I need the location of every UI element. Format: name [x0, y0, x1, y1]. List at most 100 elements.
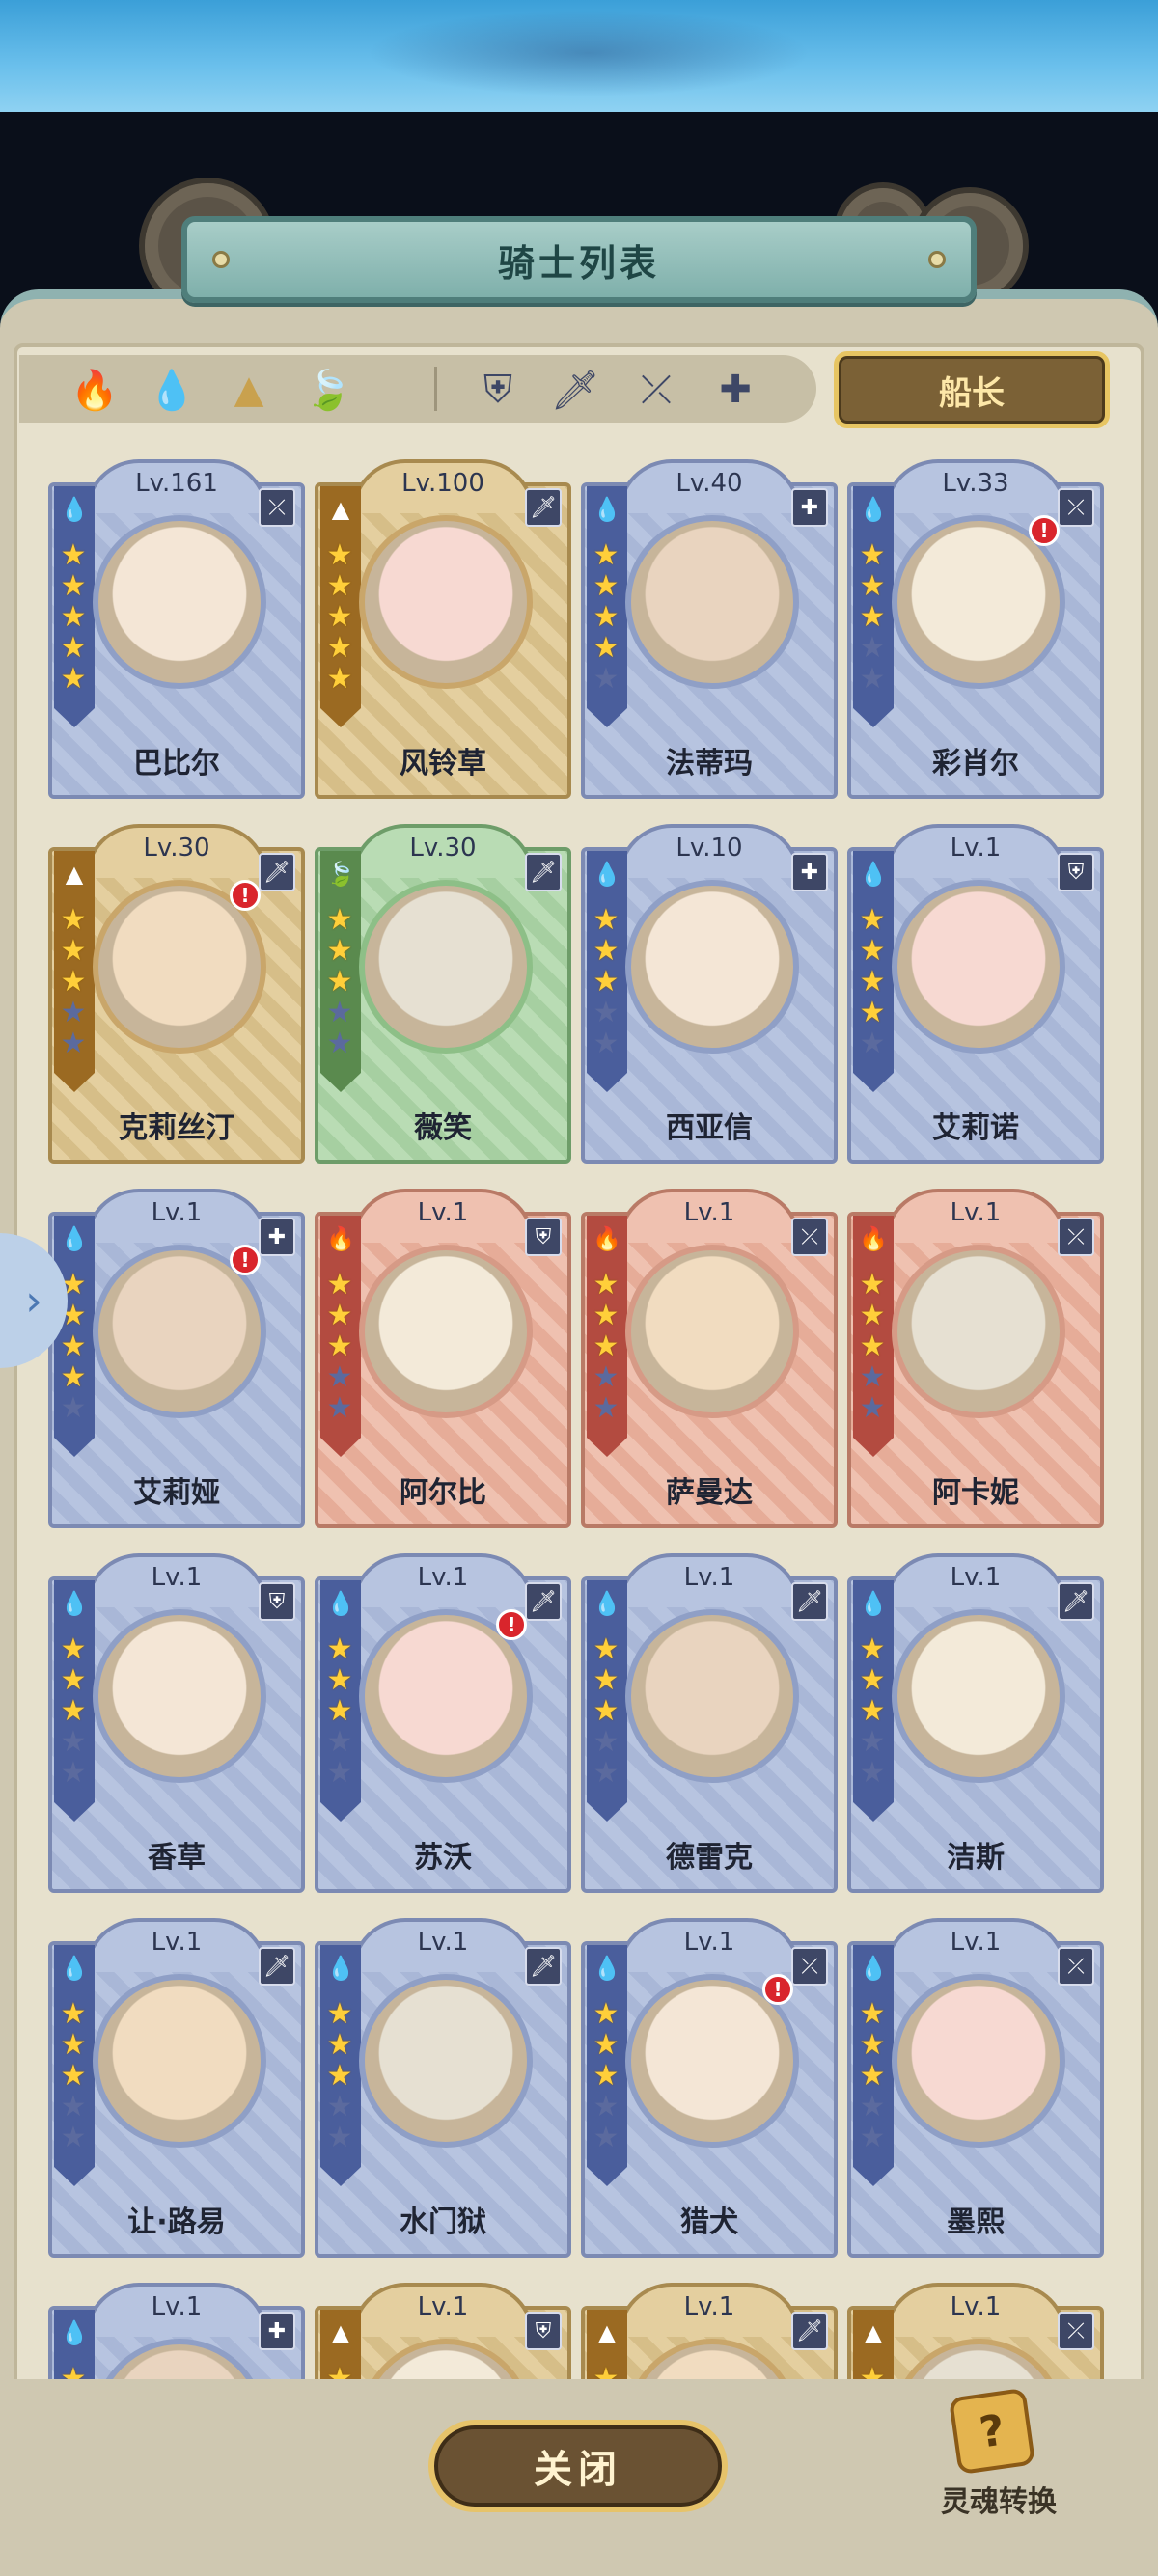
healer-class-icon: ✚ [791, 488, 828, 527]
star-icon: ★ [60, 1725, 87, 1759]
bow-class-filter-icon[interactable]: ⤫ [627, 361, 685, 419]
knight-card[interactable]: Lv.1💧 ✚ ★★★★★ [48, 2283, 305, 2379]
star-rating: ★★★★★ [589, 905, 623, 1059]
star-icon: ★ [593, 2028, 620, 2062]
knight-portrait [625, 880, 799, 1054]
knight-level: Lv.1 [351, 1918, 535, 1972]
knight-card[interactable]: Lv.1 💧 🗡 ★ ★ ★ ★ ★ 水门狱 [315, 1918, 571, 2258]
knight-card[interactable]: Lv.1 💧 🗡 ★ ★ ★ ★ ★ 让·路易 [48, 1918, 305, 2258]
star-icon: ★ [859, 1756, 886, 1790]
star-icon: ★ [593, 2090, 620, 2124]
soul-convert-button[interactable]: ? 灵魂转换 [926, 2387, 1071, 2528]
water-element-icon: 💧 [593, 1590, 621, 1617]
knight-level: Lv.1 [351, 1189, 535, 1243]
bow-class-icon: ⤫ [791, 1947, 828, 1986]
water-element-filter-icon[interactable]: 💧 [143, 361, 201, 419]
star-icon: ★ [326, 996, 353, 1029]
earth-element-icon: ▲ [597, 2319, 617, 2346]
star-rating: ★★★★★ [855, 1634, 890, 1789]
knight-card[interactable]: Lv.30 ▲ 🗡 ★ ★ ★ ★ ★! 克莉丝汀 [48, 824, 305, 1164]
water-element-icon: 💧 [60, 1225, 89, 1252]
knight-card[interactable]: Lv.1 💧 🗡 ★ ★ ★ ★ ★ 洁斯 [847, 1553, 1104, 1893]
knight-card[interactable]: Lv.1 🔥 ⛨ ★ ★ ★ ★ ★ 阿尔比 [315, 1189, 571, 1528]
shield-class-filter-icon[interactable]: ⛨ [469, 361, 527, 419]
close-button[interactable]: 关闭 [428, 2420, 728, 2512]
star-icon: ★ [859, 1299, 886, 1332]
knight-card[interactable]: Lv.1▲ 🗡 ★★★★★ [581, 2283, 838, 2379]
star-icon: ★ [859, 538, 886, 572]
bow-class-icon: ⤫ [259, 488, 295, 527]
star-icon: ★ [859, 2090, 886, 2124]
knight-card[interactable]: Lv.10 💧 ✚ ★ ★ ★ ★ ★ 西亚信 [581, 824, 838, 1164]
sword-class-icon: 🗡 [525, 1947, 562, 1986]
knight-name: 风铃草 [400, 747, 486, 781]
water-element-icon: 💧 [859, 496, 888, 523]
knight-name: 阿尔比 [400, 1476, 486, 1510]
knight-name: 艾莉娅 [133, 1476, 220, 1510]
knight-portrait [625, 1245, 799, 1418]
knight-card[interactable]: Lv.1 🔥 ⤫ ★ ★ ★ ★ ★ 阿卡妮 [847, 1189, 1104, 1528]
knight-card[interactable]: Lv.30 🍃 🗡 ★ ★ ★ ★ ★ 薇笑 [315, 824, 571, 1164]
star-icon: ★ [593, 1694, 620, 1728]
wind-element-filter-icon[interactable]: 🍃 [299, 361, 357, 419]
star-icon: ★ [60, 2028, 87, 2062]
bow-class-icon: ⤫ [1058, 2312, 1094, 2350]
star-icon: ★ [60, 996, 87, 1029]
star-icon: ★ [859, 996, 886, 1029]
knight-card[interactable]: Lv.33 💧 ⤫ ★ ★ ★ ★ ★! 彩肖尔 [847, 459, 1104, 799]
star-icon: ★ [60, 1694, 87, 1728]
knight-card[interactable]: Lv.1▲ ⤫ ★★★★★ [847, 2283, 1104, 2379]
knight-name: 艾莉诺 [932, 1111, 1019, 1145]
star-icon: ★ [593, 2059, 620, 2093]
soul-convert-label: 灵魂转换 [941, 2485, 1057, 2519]
bow-class-icon: ⤫ [1058, 1218, 1094, 1256]
fire-element-filter-icon[interactable]: 🔥 [66, 361, 124, 419]
star-icon: ★ [593, 1268, 620, 1302]
knight-card[interactable]: Lv.1 💧 ✚ ★ ★ ★ ★ ★! 艾莉娅 [48, 1189, 305, 1528]
knight-name: 水门狱 [400, 2206, 486, 2239]
star-icon: ★ [593, 569, 620, 603]
star-icon: ★ [859, 1632, 886, 1666]
star-icon: ★ [593, 662, 620, 696]
bow-class-icon: ⤫ [791, 1218, 828, 1256]
star-rating: ★★★★★ [56, 1634, 91, 1789]
star-icon: ★ [326, 934, 353, 968]
knight-card[interactable]: Lv.100 ▲ 🗡 ★ ★ ★ ★ ★ 风铃草 [315, 459, 571, 799]
healer-class-filter-icon[interactable]: ✚ [706, 361, 764, 419]
knight-name: 巴比尔 [133, 747, 220, 781]
sword-class-filter-icon[interactable]: 🗡 [546, 361, 604, 419]
earth-element-filter-icon[interactable]: ▲ [220, 361, 278, 419]
knight-card[interactable]: Lv.1 💧 ⤫ ★ ★ ★ ★ ★ 墨熙 [847, 1918, 1104, 2258]
knight-card[interactable]: Lv.1 💧 🗡 ★ ★ ★ ★ ★ 德雷克 [581, 1553, 838, 1893]
knight-card[interactable]: Lv.1▲ ⛨ ★★★★★ [315, 2283, 571, 2379]
star-icon: ★ [859, 631, 886, 665]
knight-card[interactable]: Lv.1 🔥 ⤫ ★ ★ ★ ★ ★ 萨曼达 [581, 1189, 838, 1528]
captain-button[interactable]: 船长 [834, 351, 1110, 428]
knight-card[interactable]: Lv.161 💧 ⤫ ★ ★ ★ ★ ★ 巴比尔 [48, 459, 305, 799]
water-element-icon: 💧 [60, 1955, 89, 1982]
knight-level: Lv.1 [884, 1189, 1067, 1243]
star-rating: ★★★★★ [56, 1999, 91, 2153]
star-icon: ★ [859, 1997, 886, 2031]
fire-element-icon: 🔥 [326, 1225, 355, 1252]
knight-card[interactable]: Lv.1 💧 ⤫ ★ ★ ★ ★ ★! 猎犬 [581, 1918, 838, 2258]
shield-class-icon: ⛨ [259, 1582, 295, 1621]
star-icon: ★ [593, 1329, 620, 1363]
star-icon: ★ [859, 1329, 886, 1363]
knight-level: Lv.100 [351, 459, 535, 513]
knight-card[interactable]: Lv.1 💧 ⛨ ★ ★ ★ ★ ★ 艾莉诺 [847, 824, 1104, 1164]
knight-card[interactable]: Lv.1 💧 🗡 ★ ★ ★ ★ ★! 苏沃 [315, 1553, 571, 1893]
star-icon: ★ [326, 1997, 353, 2031]
star-icon: ★ [60, 1391, 87, 1425]
knight-level: Lv.1 [85, 1189, 268, 1243]
knight-name: 克莉丝汀 [119, 1111, 234, 1145]
knight-card[interactable]: Lv.40 💧 ✚ ★ ★ ★ ★ ★ 法蒂玛 [581, 459, 838, 799]
star-rating: ★★★★★ [589, 1270, 623, 1424]
star-icon: ★ [326, 1725, 353, 1759]
knight-name: 法蒂玛 [666, 747, 753, 781]
knight-level: Lv.1 [351, 2283, 535, 2337]
star-icon: ★ [593, 1632, 620, 1666]
star-icon: ★ [593, 600, 620, 634]
knight-card[interactable]: Lv.1 💧 ⛨ ★ ★ ★ ★ ★ 香草 [48, 1553, 305, 1893]
page-title: 骑士列表 [497, 241, 660, 285]
